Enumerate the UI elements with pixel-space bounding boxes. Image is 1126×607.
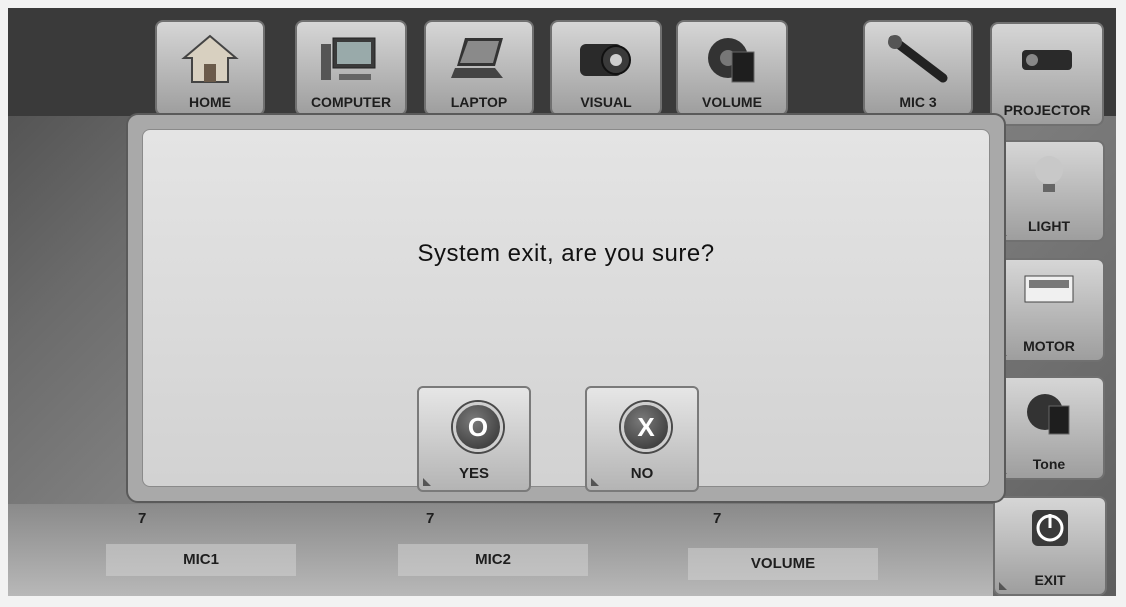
mic1-label: MIC1 [183, 551, 219, 568]
power-icon [1032, 510, 1068, 546]
yes-o-icon: O [453, 402, 503, 452]
exit-button[interactable]: EXIT [993, 496, 1107, 596]
projector-label: PROJECTOR [1003, 102, 1091, 118]
computer-icon [321, 37, 376, 80]
microphone-icon [888, 35, 948, 83]
no-x-icon: X [621, 402, 671, 452]
home-icon [181, 34, 239, 83]
mic-3-button[interactable]: MIC 3 [863, 20, 973, 116]
dialog-body: System exit, are you sure? O YES X NO [142, 129, 990, 492]
projector-button[interactable]: PROJECTOR [990, 22, 1104, 126]
mic-3-label: MIC 3 [899, 94, 937, 110]
visual-button[interactable]: VISUAL [550, 20, 662, 116]
home-button[interactable]: HOME [155, 20, 265, 116]
volume-icon [708, 38, 755, 83]
projector-icon [1022, 50, 1072, 70]
volume-button[interactable]: VOLUME [676, 20, 788, 116]
dialog-message: System exit, are you sure? [417, 240, 715, 267]
laptop-icon [451, 38, 503, 78]
computer-button[interactable]: COMPUTER [295, 20, 407, 116]
volume-fader[interactable]: VOLUME [688, 548, 878, 580]
volume-label: VOLUME [702, 94, 762, 110]
exit-label: EXIT [1034, 572, 1066, 588]
visual-label: VISUAL [580, 94, 632, 110]
no-button[interactable]: X NO [585, 386, 699, 492]
tone-label: Tone [1032, 456, 1066, 472]
tone-button[interactable]: Tone [993, 376, 1105, 480]
laptop-label: LAPTOP [450, 94, 508, 110]
laptop-button[interactable]: LAPTOP [424, 20, 534, 116]
mic1-fader[interactable]: MIC1 [106, 544, 296, 576]
top-navigation-bar: HOME COMPUTER LAPTOP VISUAL VOLUME MIC 3 [8, 8, 1116, 116]
volume-level: 7 [713, 510, 722, 527]
visual-icon [580, 44, 631, 76]
yes-label: YES [458, 465, 489, 482]
motor-button[interactable]: MOTOR [993, 258, 1105, 362]
light-label: LIGHT [1028, 218, 1070, 234]
mic2-level: 7 [426, 510, 435, 527]
yes-button[interactable]: O YES [417, 386, 531, 492]
light-bulb-icon [1035, 156, 1063, 192]
mic2-label: MIC2 [475, 551, 511, 568]
light-button[interactable]: LIGHT [993, 140, 1105, 242]
tone-icon [1027, 394, 1070, 435]
motor-screen-icon [1024, 275, 1074, 303]
computer-label: COMPUTER [310, 94, 392, 110]
motor-label: MOTOR [1023, 338, 1075, 354]
mic2-fader[interactable]: MIC2 [398, 544, 588, 576]
touch-panel-screen: HOME COMPUTER LAPTOP VISUAL VOLUME MIC 3… [8, 8, 1116, 596]
no-label: NO [630, 465, 654, 482]
mic1-level: 7 [138, 510, 147, 527]
home-label: HOME [189, 94, 231, 110]
volume-label: VOLUME [750, 555, 816, 572]
audio-level-panel: 7 7 7 MIC1 MIC2 VOLUME [8, 504, 993, 596]
exit-confirm-dialog: System exit, are you sure? O YES X NO [126, 113, 1006, 503]
